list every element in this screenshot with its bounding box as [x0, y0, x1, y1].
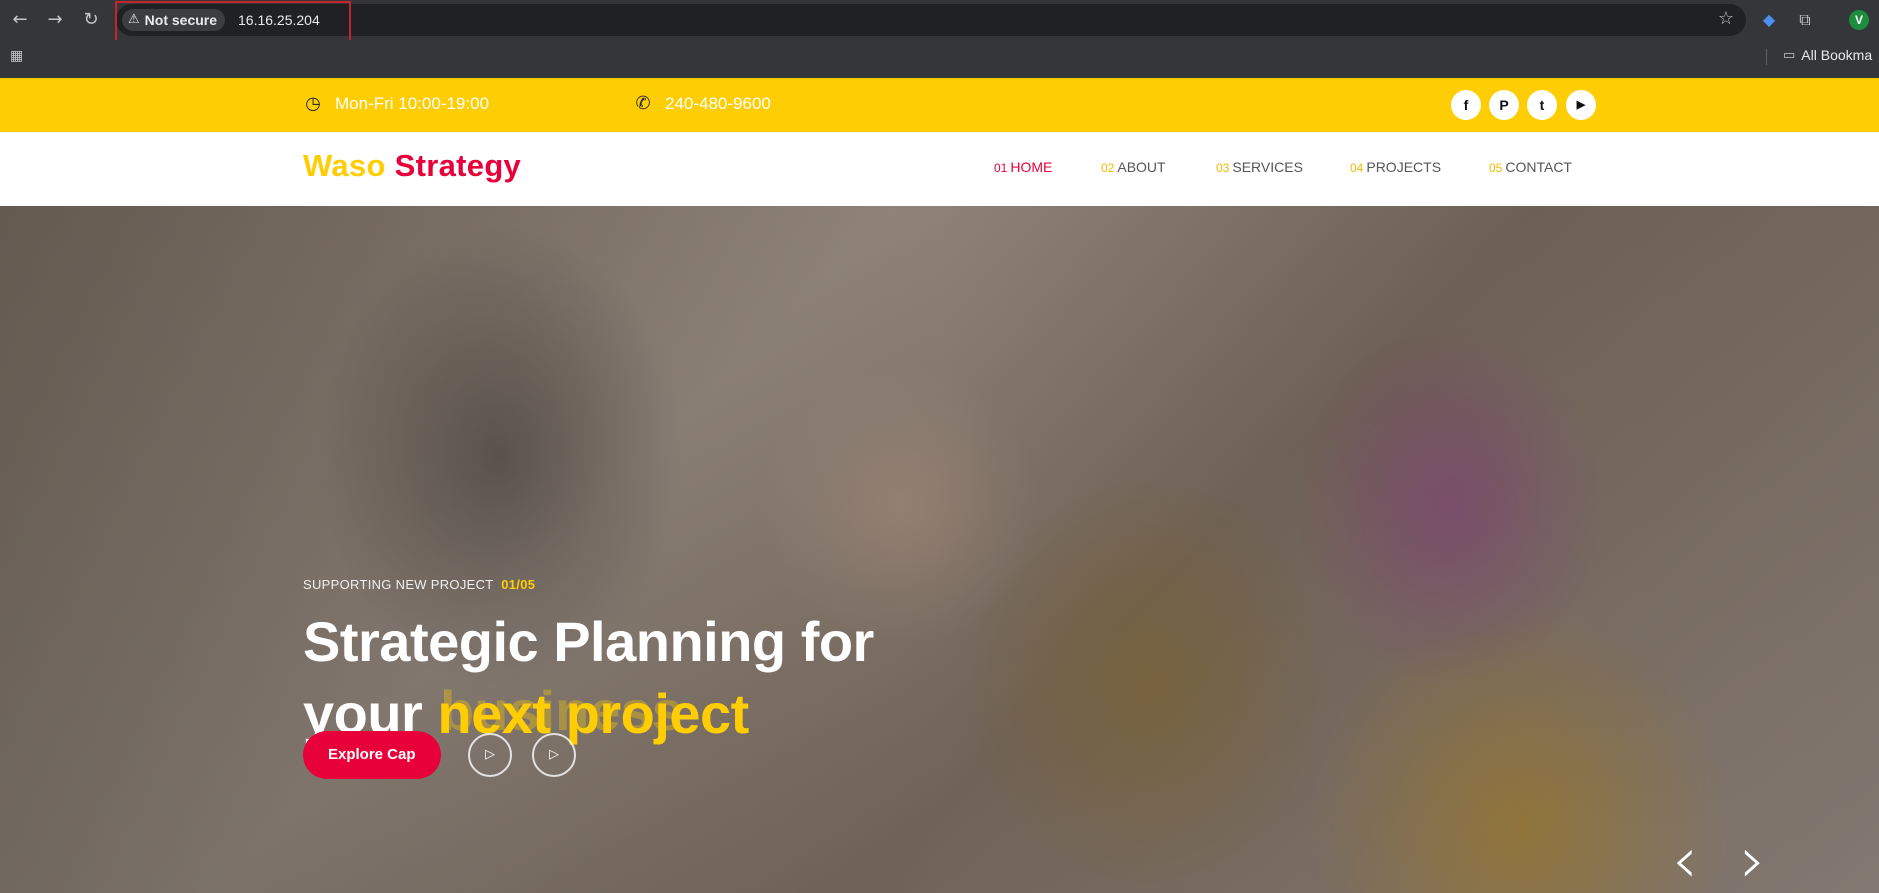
nav-number: 05: [1489, 161, 1503, 175]
play-icon[interactable]: ▷: [468, 733, 512, 777]
pinterest-icon[interactable]: P: [1489, 90, 1519, 120]
nav-contact[interactable]: 05 CONTACT: [1489, 159, 1572, 175]
logo-word-1: Waso: [303, 148, 386, 183]
forward-icon[interactable]: →: [43, 8, 67, 32]
explore-button[interactable]: Explore Cap: [303, 731, 441, 779]
hero-kicker: SUPPORTING NEW PROJECT 01/05: [303, 577, 535, 592]
security-chip[interactable]: ⚠ Not secure: [122, 9, 226, 31]
security-label: Not secure: [144, 12, 218, 28]
address-bar[interactable]: ⚠ Not secure 16.16.25.204 ☆: [116, 4, 1746, 36]
nav-label: PROJECTS: [1366, 159, 1442, 175]
nav-label: HOME: [1010, 159, 1053, 175]
hours-text: Mon-Fri 10:00-19:00: [335, 94, 490, 113]
web-page: ◷ Mon-Fri 10:00-19:00 ✆ 240-480-9600 f P…: [0, 78, 1879, 893]
nav-label: ABOUT: [1117, 159, 1166, 175]
play-video-icon[interactable]: ▷: [532, 733, 576, 777]
nav-about[interactable]: 02 ABOUT: [1101, 159, 1166, 175]
apps-grid-icon[interactable]: ▦: [10, 48, 23, 64]
all-bookmarks-label: All Bookma: [1801, 47, 1873, 63]
folder-icon: ▭: [1783, 47, 1796, 63]
hero-title: Strategic Planning for your next project: [303, 606, 1003, 750]
extensions-puzzle-icon[interactable]: ⧉: [1794, 9, 1816, 31]
nav-number: 01: [994, 161, 1008, 175]
nav-number: 02: [1101, 161, 1115, 175]
browser-chrome: ← → ↻ ⚠ Not secure 16.16.25.204 ☆ ◆ ⧉ V …: [0, 0, 1879, 78]
nav-label: CONTACT: [1505, 159, 1572, 175]
warning-icon: ⚠: [128, 12, 140, 27]
profile-avatar[interactable]: V: [1849, 10, 1869, 30]
bookmarks-bar: [0, 40, 1879, 78]
hero-title-line1: Strategic Planning for: [303, 610, 874, 673]
all-bookmarks-button[interactable]: ▭ All Bookma: [1783, 47, 1872, 63]
nav-label: SERVICES: [1232, 159, 1303, 175]
slide-counter: 01/05: [501, 577, 536, 592]
logo-word-2: Strategy: [394, 148, 522, 183]
bookmark-star-icon[interactable]: ☆: [1718, 8, 1734, 29]
phone-info[interactable]: ✆ 240-480-9600: [633, 93, 771, 114]
twitter-icon[interactable]: t: [1527, 90, 1557, 120]
hero-image-overlay: [0, 206, 1879, 893]
bookmarks-separator: [1766, 49, 1767, 65]
nav-number: 03: [1216, 161, 1230, 175]
facebook-icon[interactable]: f: [1451, 90, 1481, 120]
nav-projects[interactable]: 04 PROJECTS: [1350, 159, 1441, 175]
hours-info: ◷ Mon-Fri 10:00-19:00: [303, 94, 489, 114]
site-logo[interactable]: Waso Strategy: [303, 148, 521, 184]
url-text[interactable]: 16.16.25.204: [238, 11, 320, 29]
clock-icon: ◷: [305, 93, 321, 114]
phone-icon: ✆: [635, 93, 651, 114]
nav-home[interactable]: 01 HOME: [994, 159, 1052, 175]
browser-toolbar: ← → ↻ ⚠ Not secure 16.16.25.204 ☆ ◆ ⧉ V: [0, 0, 1879, 45]
youtube-icon[interactable]: ▶: [1566, 90, 1596, 120]
back-icon[interactable]: ←: [8, 8, 32, 32]
nav-services[interactable]: 03 SERVICES: [1216, 159, 1303, 175]
extension-icon[interactable]: ◆: [1758, 9, 1780, 31]
site-header: Waso Strategy 01 HOME 02 ABOUT 03 SERVICES …: [0, 132, 1879, 206]
slider-prev-icon[interactable]: ‹: [1672, 829, 1712, 893]
phone-text[interactable]: 240-480-9600: [665, 94, 771, 114]
slider-next-icon[interactable]: ›: [1740, 829, 1780, 893]
reload-icon[interactable]: ↻: [79, 8, 103, 32]
hero-kicker-text: SUPPORTING NEW PROJECT: [303, 577, 494, 592]
nav-number: 04: [1350, 161, 1364, 175]
top-info-bar: ◷ Mon-Fri 10:00-19:00 ✆ 240-480-9600 f P…: [0, 78, 1879, 132]
hero-slider: business SUPPORTING NEW PROJECT 01/05 St…: [0, 206, 1879, 893]
